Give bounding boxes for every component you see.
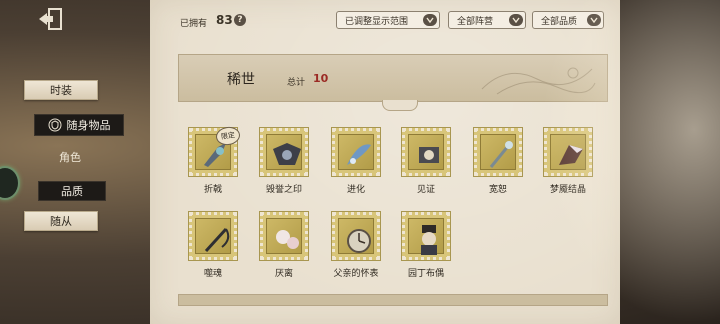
item-artwork [480,134,516,170]
nav-item-companion[interactable]: 随从 [24,211,98,231]
section-title: 稀世 [227,72,255,88]
owned-label: 已拥有 [180,19,208,29]
item-artwork [266,218,302,254]
item-artwork [195,218,231,254]
item-name: 见证 [416,185,435,195]
item-stamp [402,212,450,260]
item-card[interactable]: 厌离 [256,212,312,279]
chevron-down-icon [587,14,601,26]
item-stamp [402,128,450,176]
display-range-dropdown[interactable]: 已调整显示范围 [336,11,440,29]
dropdown-label: 全部品质 [541,16,578,27]
item-name: 噬魂 [203,269,222,279]
item-name: 园丁布偶 [407,269,444,279]
item-stamp [332,128,380,176]
nav-label: 随身物品 [66,119,111,132]
exit-door-icon [36,6,66,36]
section-total: 10 [313,72,329,85]
rarity-section-header: 稀世 总计 10 [178,54,608,102]
owned-count: 83 [216,13,233,27]
shield-icon [48,118,62,132]
next-section-header [178,294,608,306]
item-stamp [260,212,308,260]
faction-dropdown[interactable]: 全部阵营 [448,11,526,29]
nav-label: 角色 [59,151,81,164]
item-card[interactable]: 见证 [398,128,454,195]
chevron-down-icon [423,14,437,26]
item-card[interactable]: 噬魂 [185,212,241,279]
item-name: 折戟 [203,185,222,195]
item-artwork [266,134,302,170]
item-name: 厌离 [274,269,293,279]
chevron-down-icon [509,14,523,26]
item-stamp: 限定 [189,125,242,176]
item-card[interactable]: 园丁布偶 [398,212,454,279]
dropdown-label: 已调整显示范围 [345,16,409,27]
item-name: 宽恕 [488,185,507,195]
item-artwork [338,134,374,170]
flourish-ornament-icon [481,67,596,95]
nav-item-outfits[interactable]: 时装 [24,80,98,100]
nav-item-quality[interactable]: 品质 [38,181,106,201]
quality-dropdown[interactable]: 全部品质 [532,11,604,29]
item-name: 父亲的怀表 [333,269,379,279]
item-card[interactable]: 宽恕 [470,128,526,195]
nav-item-character[interactable]: 角色 [44,148,96,166]
dropdown-label: 全部阵营 [457,16,494,27]
collection-panel: 已拥有 83 ? 已调整显示范围 全部阵营 全部品质 稀世 总计 10 限定 折… [150,0,620,324]
nav-label: 品质 [61,185,83,198]
help-icon[interactable]: ? [234,14,246,26]
nav-label: 时装 [50,84,72,97]
item-card[interactable]: 限定 折戟 [185,125,242,195]
section-divider [382,100,418,111]
item-card[interactable]: 毁誉之印 [256,128,312,195]
item-artwork [338,218,374,254]
exit-button[interactable] [34,6,68,36]
item-artwork [408,134,444,170]
item-stamp [474,128,522,176]
item-artwork [550,134,586,170]
item-card[interactable]: 进化 [328,128,384,195]
item-artwork [408,218,444,255]
item-name: 进化 [346,185,365,195]
side-badge-icon[interactable] [0,166,20,200]
nav-item-accessories[interactable]: 随身物品 [34,114,124,136]
item-stamp [189,212,237,260]
item-stamp [332,212,380,260]
item-stamp [260,128,308,176]
section-total-label: 总计 [287,78,306,88]
item-name: 毁誉之印 [265,185,302,195]
nav-label: 随从 [50,215,72,228]
item-card[interactable]: 梦魇结晶 [540,128,596,195]
item-stamp [544,128,592,176]
item-card[interactable]: 父亲的怀表 [328,212,384,279]
item-name: 梦魇结晶 [549,185,586,195]
